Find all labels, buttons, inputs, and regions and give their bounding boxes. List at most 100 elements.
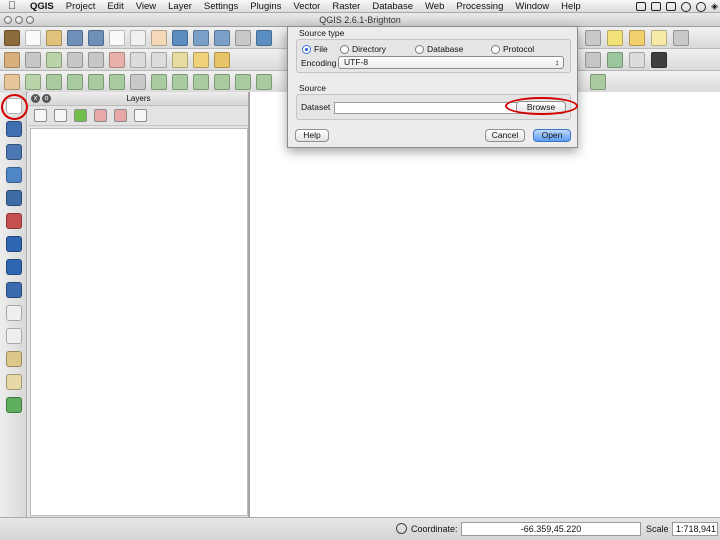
scale-field[interactable]: 1:718,941 xyxy=(672,522,718,536)
menu-settings[interactable]: Settings xyxy=(198,1,244,12)
menu-processing[interactable]: Processing xyxy=(450,1,509,12)
new-bookmark-icon[interactable] xyxy=(629,30,645,46)
offset-curve-icon[interactable] xyxy=(193,74,209,90)
time-machine-icon[interactable] xyxy=(681,1,692,12)
delete-ring-icon[interactable] xyxy=(130,74,146,90)
paste-features-icon[interactable] xyxy=(172,52,188,68)
measure-icon[interactable] xyxy=(585,30,601,46)
add-wfs-layer-icon[interactable] xyxy=(6,282,22,298)
new-project-icon[interactable] xyxy=(25,30,41,46)
add-mssql-layer-icon[interactable] xyxy=(6,190,22,206)
radio-file[interactable]: File xyxy=(302,44,328,54)
menu-help[interactable]: Help xyxy=(555,1,587,12)
redo-icon[interactable] xyxy=(25,74,41,90)
radio-protocol[interactable]: Protocol xyxy=(491,44,534,54)
filter-legend-icon[interactable] xyxy=(74,109,87,122)
collapse-all-icon[interactable] xyxy=(114,109,127,122)
reshape-features-icon[interactable] xyxy=(172,74,188,90)
menu-project[interactable]: Project xyxy=(60,1,102,12)
open-button[interactable]: Open xyxy=(533,129,571,142)
plugin-icon[interactable] xyxy=(607,52,623,68)
expand-all-icon[interactable] xyxy=(94,109,107,122)
encoding-select[interactable]: UTF-8 ↕ xyxy=(338,56,564,69)
grid-icon[interactable] xyxy=(629,52,645,68)
coordinate-field[interactable]: -66.359,45.220 xyxy=(461,522,641,536)
menu-edit[interactable]: Edit xyxy=(101,1,129,12)
layer-styling-icon[interactable] xyxy=(34,109,47,122)
radio-button-icon[interactable] xyxy=(340,44,349,54)
cut-features-icon[interactable] xyxy=(130,52,146,68)
zoom-out-icon[interactable] xyxy=(214,30,230,46)
cancel-button[interactable]: Cancel xyxy=(485,129,525,142)
simplify-feature-icon[interactable] xyxy=(46,74,62,90)
menu-database[interactable]: Database xyxy=(366,1,419,12)
delete-part-icon[interactable] xyxy=(151,74,167,90)
add-gpx-layer-icon[interactable] xyxy=(6,374,22,390)
remove-layer-icon[interactable] xyxy=(134,109,147,122)
zoom-native-icon[interactable] xyxy=(235,30,251,46)
new-print-composer-icon[interactable] xyxy=(109,30,125,46)
undo-icon[interactable] xyxy=(4,74,20,90)
show-bookmarks-icon[interactable] xyxy=(651,30,667,46)
layers-tree[interactable] xyxy=(30,128,248,516)
apple-icon[interactable]:  xyxy=(0,0,24,12)
menu-plugins[interactable]: Plugins xyxy=(244,1,287,12)
delete-selected-icon[interactable] xyxy=(109,52,125,68)
split-features-icon[interactable] xyxy=(214,74,230,90)
save-project-icon[interactable] xyxy=(67,30,83,46)
radio-button-icon[interactable] xyxy=(491,44,500,54)
map-canvas[interactable] xyxy=(249,92,720,517)
add-group-icon[interactable] xyxy=(54,109,67,122)
label-tool-icon[interactable] xyxy=(193,52,209,68)
display-icon[interactable] xyxy=(666,2,677,11)
merge-features-icon[interactable] xyxy=(256,74,272,90)
map-tips-icon[interactable] xyxy=(607,30,623,46)
rotate-point-symbols-icon[interactable] xyxy=(590,74,606,90)
add-raster-layer-icon[interactable] xyxy=(6,121,22,137)
add-delimited-text-layer-icon[interactable] xyxy=(6,305,22,321)
add-ring-icon[interactable] xyxy=(67,74,83,90)
text-annotation-icon[interactable] xyxy=(673,30,689,46)
new-shapefile-layer-icon[interactable] xyxy=(6,328,22,344)
toggle-editing-icon[interactable] xyxy=(4,52,20,68)
add-spatialite-layer-icon[interactable] xyxy=(6,167,22,183)
radio-button-icon[interactable] xyxy=(415,44,424,54)
add-postgis-layer-icon[interactable] xyxy=(6,144,22,160)
radio-button-icon[interactable] xyxy=(302,44,311,54)
help-button[interactable]: Help xyxy=(295,129,329,142)
save-as-icon[interactable] xyxy=(88,30,104,46)
bluetooth-icon[interactable] xyxy=(696,1,707,12)
add-part-icon[interactable] xyxy=(88,74,104,90)
dropbox-icon[interactable] xyxy=(636,2,647,11)
processing-icon[interactable] xyxy=(651,52,667,68)
menu-window[interactable]: Window xyxy=(509,1,555,12)
add-wms-layer-icon[interactable] xyxy=(6,236,22,252)
label-pin-icon[interactable] xyxy=(214,52,230,68)
node-tool-icon[interactable] xyxy=(88,52,104,68)
composer-manager-icon[interactable] xyxy=(130,30,146,46)
radio-database[interactable]: Database xyxy=(415,44,463,54)
add-oracle-layer-icon[interactable] xyxy=(6,213,22,229)
add-virtual-layer-icon[interactable] xyxy=(6,397,22,413)
coordinate-toggle-icon[interactable] xyxy=(396,523,407,534)
add-wcs-layer-icon[interactable] xyxy=(6,259,22,275)
menu-view[interactable]: View xyxy=(130,1,162,12)
radio-directory[interactable]: Directory xyxy=(340,44,386,54)
menu-layer[interactable]: Layer xyxy=(162,1,198,12)
save-edits-icon[interactable] xyxy=(25,52,41,68)
zoom-full-icon[interactable] xyxy=(256,30,272,46)
menu-raster[interactable]: Raster xyxy=(326,1,366,12)
menu-web[interactable]: Web xyxy=(419,1,450,12)
pan-to-selection-icon[interactable] xyxy=(172,30,188,46)
fill-ring-icon[interactable] xyxy=(109,74,125,90)
zoom-in-icon[interactable] xyxy=(193,30,209,46)
menu-vector[interactable]: Vector xyxy=(287,1,326,12)
pan-icon[interactable] xyxy=(151,30,167,46)
new-spatialite-layer-icon[interactable] xyxy=(6,351,22,367)
checkbox-icon[interactable] xyxy=(4,30,20,46)
open-project-icon[interactable] xyxy=(46,30,62,46)
window-icon[interactable] xyxy=(651,2,662,11)
move-feature-icon[interactable] xyxy=(67,52,83,68)
add-feature-icon[interactable] xyxy=(46,52,62,68)
split-parts-icon[interactable] xyxy=(235,74,251,90)
